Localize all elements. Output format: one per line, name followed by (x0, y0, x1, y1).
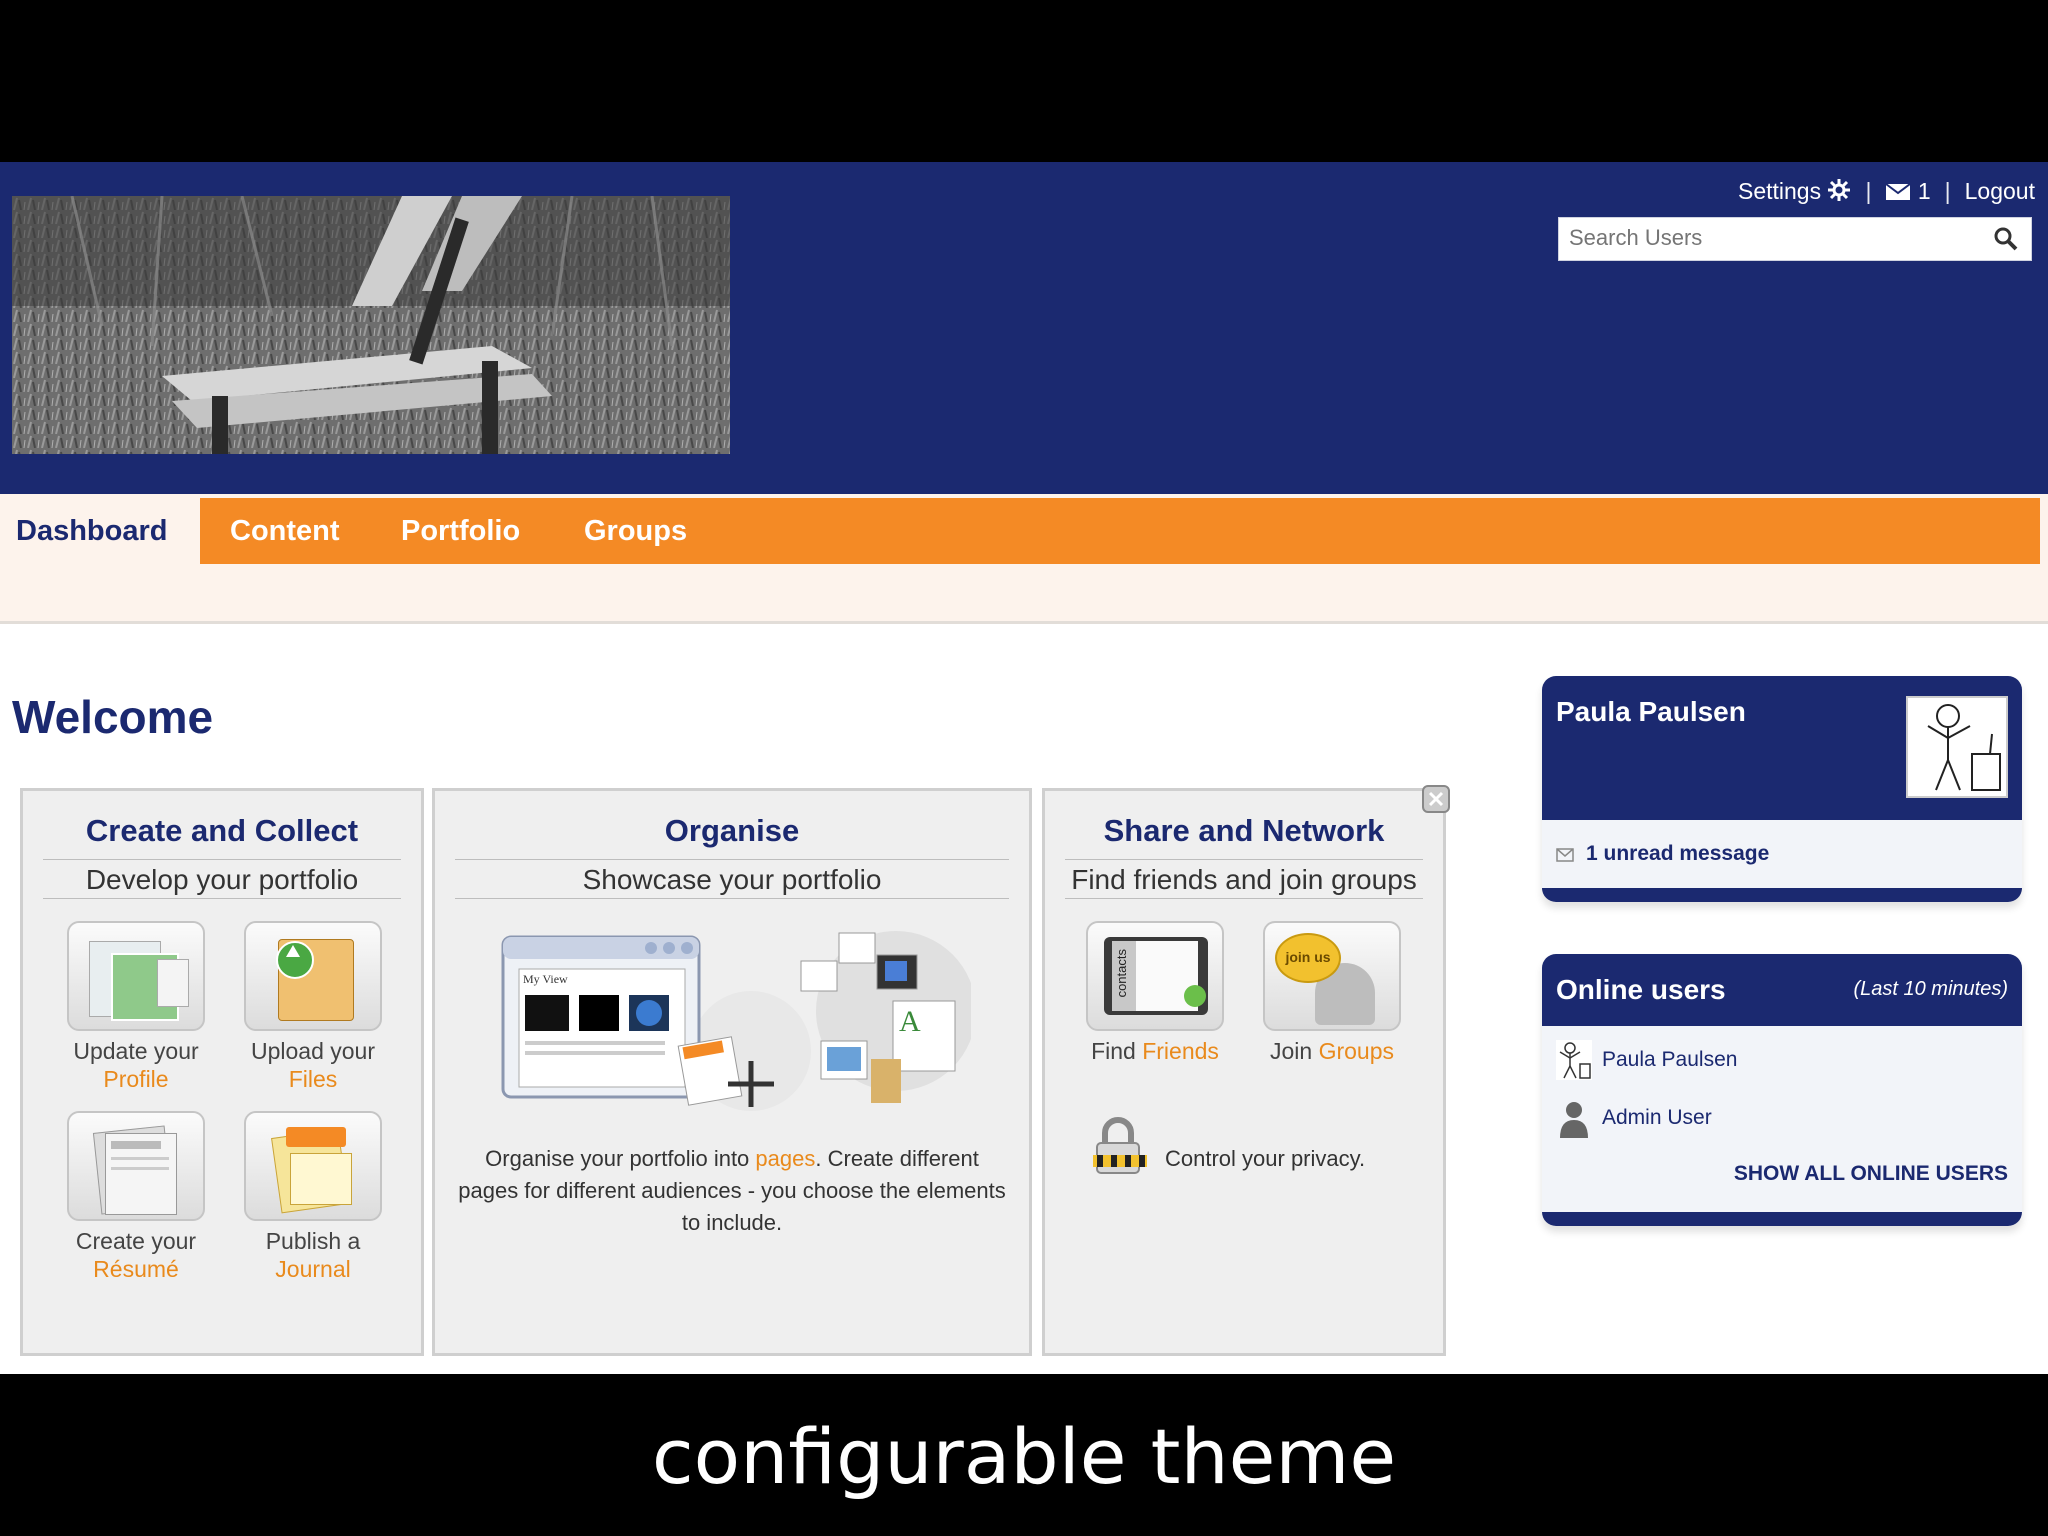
profile-link[interactable]: Profile (103, 1066, 168, 1092)
panel-subtitle: Find friends and join groups (1065, 859, 1423, 899)
online-users-header: Online users (Last 10 minutes) (1542, 954, 2022, 1026)
search-users-input[interactable] (1559, 218, 1999, 258)
envelope-icon (1556, 848, 1574, 862)
show-all-online-users-link[interactable]: SHOW ALL ONLINE USERS (1734, 1162, 2008, 1186)
settings-link[interactable]: Settings (1738, 178, 1852, 205)
online-user-name[interactable]: Paula Paulsen (1602, 1048, 1737, 1072)
envelope-icon (1885, 182, 1912, 200)
find-friends-tile[interactable]: contacts Find Friends (1080, 921, 1230, 1065)
profile-icon (67, 921, 205, 1031)
organise-illustration: My View A (501, 931, 976, 1111)
create-collect-panel: Create and Collect Develop your portfoli… (20, 788, 424, 1356)
logout-link[interactable]: Logout (1965, 178, 2035, 205)
profile-header: Paula Paulsen (1542, 676, 2022, 820)
join-groups-tile[interactable]: join us Join Groups (1257, 921, 1407, 1065)
page-title: Welcome (12, 691, 214, 743)
profile-name[interactable]: Paula Paulsen (1556, 696, 1746, 728)
online-users-title: Online users (1556, 974, 1726, 1005)
publish-journal-tile[interactable]: Publish a Journal (238, 1111, 388, 1283)
inbox-link[interactable]: 1 (1885, 177, 1931, 205)
tab-groups[interactable]: Groups (584, 498, 687, 564)
stick-figure-icon (1927, 704, 2001, 791)
svg-text:A: A (899, 1005, 921, 1038)
contacts-label: contacts (1114, 949, 1129, 998)
panel-title: Create and Collect (85, 813, 359, 848)
list-item[interactable]: Paula Paulsen (1556, 1040, 1737, 1080)
resume-icon (67, 1111, 205, 1221)
user-silhouette-icon (1560, 1102, 1588, 1138)
tile-label: Find (1091, 1038, 1143, 1064)
close-icon[interactable] (1422, 785, 1450, 813)
panel-title: Share and Network (1103, 813, 1385, 848)
tile-label: Update your (73, 1038, 199, 1064)
my-view-label: My View (523, 972, 568, 986)
user-toolbar: Settings | 1 | Logout (1738, 176, 2035, 206)
online-users-block: Online users (Last 10 minutes) Paula Pau… (1542, 954, 2022, 1226)
organise-panel: Organise Showcase your portfolio My View… (432, 788, 1032, 1356)
unread-messages-link[interactable]: 1 unread message (1586, 842, 1769, 866)
upload-files-icon (244, 921, 382, 1031)
update-profile-tile[interactable]: Update your Profile (61, 921, 211, 1093)
tile-label: Publish a (265, 1228, 361, 1254)
upload-files-tile[interactable]: Upload your Files (238, 921, 388, 1093)
tab-content[interactable]: Content (230, 498, 340, 564)
block-footer (1542, 888, 2022, 902)
settings-label: Settings (1737, 177, 1822, 204)
journal-link[interactable]: Journal (275, 1256, 350, 1282)
join-us-badge: join us (1275, 933, 1341, 983)
join-groups-icon: join us (1263, 921, 1401, 1031)
panel-title: Organise (664, 813, 800, 848)
contacts-book-icon: contacts (1086, 921, 1224, 1031)
privacy-lock-icon (1083, 1111, 1153, 1181)
search-icon[interactable] (1993, 226, 2019, 252)
separator: | (1865, 177, 1872, 204)
search-box (1558, 217, 2032, 261)
gear-icon (1828, 178, 1851, 201)
tab-dashboard[interactable]: Dashboard (0, 498, 200, 564)
panel-subtitle: Develop your portfolio (43, 859, 401, 899)
separator: | (1944, 177, 1951, 204)
privacy-text[interactable]: Control your privacy. (1165, 1146, 1365, 1172)
create-resume-tile[interactable]: Create your Résumé (61, 1111, 211, 1283)
online-users-list: Paula Paulsen Admin User SHOW ALL ONLINE… (1542, 1026, 2022, 1212)
tile-label: Join (1269, 1038, 1319, 1064)
tile-label: Create your (75, 1228, 197, 1254)
message-count: 1 (1917, 177, 1931, 204)
online-users-period: (Last 10 minutes) (1853, 978, 2008, 1000)
stick-figure-avatar-icon (1556, 1040, 1592, 1080)
journal-icon (244, 1111, 382, 1221)
block-footer (1542, 1212, 2022, 1226)
friends-link[interactable]: Friends (1142, 1038, 1219, 1064)
list-item[interactable]: Admin User (1556, 1098, 1712, 1138)
header-banner-image (12, 196, 730, 454)
pages-link[interactable]: pages (755, 1146, 815, 1171)
share-network-panel: Share and Network Find friends and join … (1042, 788, 1446, 1356)
avatar[interactable] (1906, 696, 2008, 798)
profile-body: 1 unread message (1542, 820, 2022, 888)
profile-sidebar-block: Paula Paulsen 1 unread message (1542, 676, 2022, 902)
panel-subtitle: Showcase your portfolio (455, 859, 1009, 899)
tile-label: Upload your (250, 1038, 376, 1064)
groups-link[interactable]: Groups (1319, 1038, 1394, 1064)
online-user-name[interactable]: Admin User (1602, 1106, 1712, 1130)
organise-description: Organise your portfolio into pages. Crea… (458, 1146, 1006, 1235)
main-nav: Dashboard Content Portfolio Groups (0, 498, 2040, 564)
slide-caption: configurable theme (651, 1412, 1397, 1501)
tab-portfolio[interactable]: Portfolio (401, 498, 520, 564)
resume-link[interactable]: Résumé (93, 1256, 179, 1282)
files-link[interactable]: Files (289, 1066, 338, 1092)
